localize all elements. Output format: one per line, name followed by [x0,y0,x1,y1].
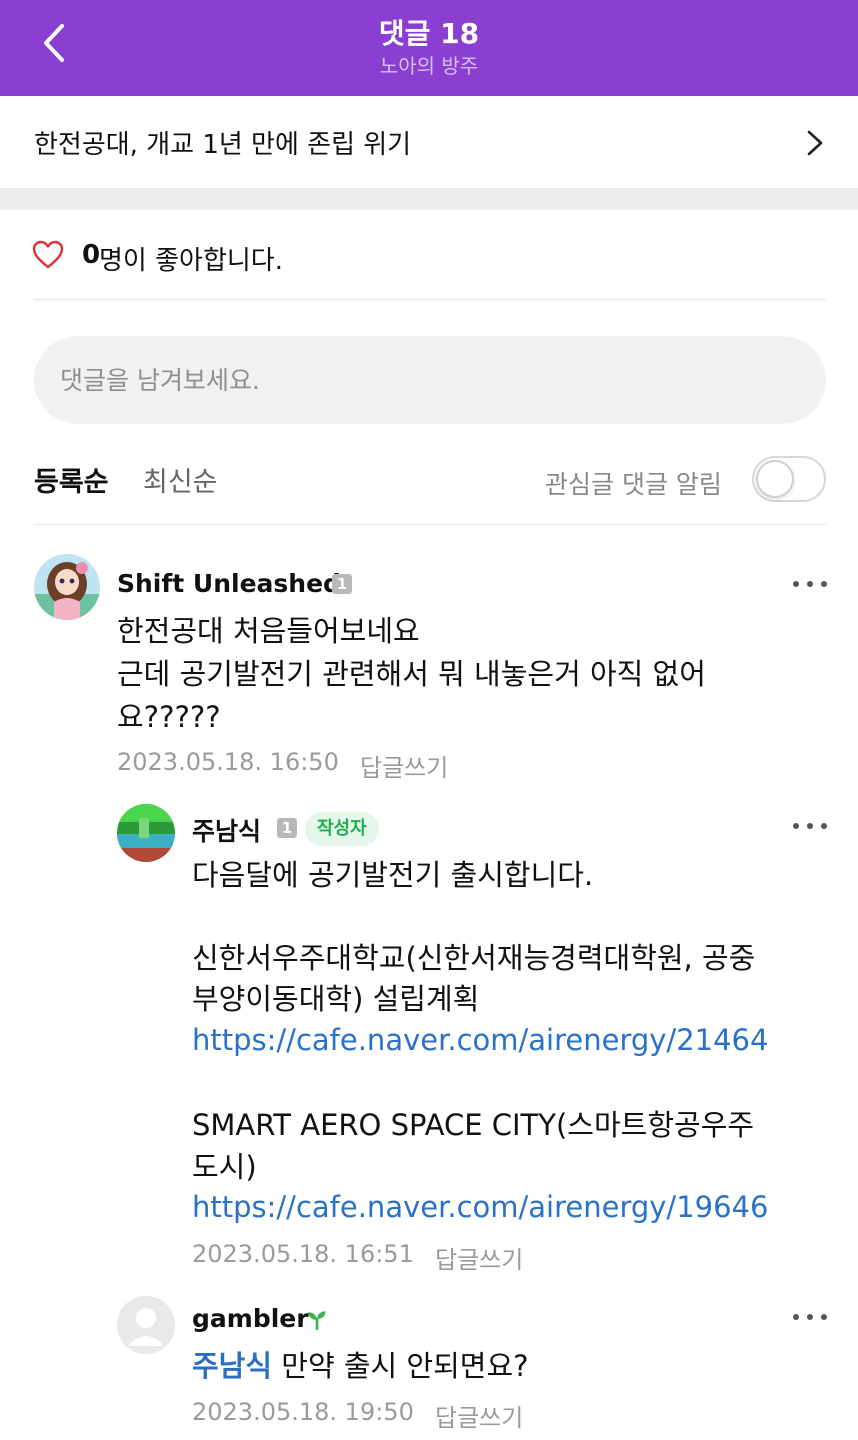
comment-date: 2023.05.18. 19:50 [192,1398,414,1426]
level-badge: 1 [332,574,352,594]
avatar[interactable] [34,554,100,620]
notify-label: 관심글 댓글 알림 [545,470,722,499]
page-title: 댓글 18 [378,17,480,50]
comment-link[interactable]: https://cafe.naver.com/airenergy/19646 [192,1190,768,1224]
sort-latest-tab[interactable]: 최신순 [143,460,218,499]
default-user-icon [117,1296,175,1354]
comment-text-line: 신한서우주대학교(신한서재능경력대학원, 공중 [192,941,756,975]
avatar[interactable] [117,1296,175,1354]
sprout-icon [308,1311,326,1331]
comment-text-line: 근데 공기발전기 관련해서 뭐 내놓은거 아직 없어 [117,657,706,691]
article-link[interactable]: 한전공대, 개교 1년 만에 존립 위기 [0,96,858,188]
like-count: 0 [82,240,101,270]
comment-author[interactable]: 주남식 [192,812,261,848]
chevron-right-icon[interactable] [800,128,830,158]
more-options-icon[interactable] [790,1307,830,1327]
cafe-name: 노아의 방주 [379,54,479,78]
comment-text-line: 다음달에 공기발전기 출시합니다. [192,858,594,892]
article-title: 한전공대, 개교 1년 만에 존립 위기 [34,130,412,160]
comment-text: 주남식 만약 출시 안되면요? [192,1345,529,1387]
reply-button[interactable]: 답글쓰기 [435,1398,523,1433]
comment-text-line: 한전공대 처음들어보네요 [117,614,420,648]
top-bar: 댓글 18 노아의 방주 [0,0,858,96]
comment-text-line: 부양이동대학) 설립계획 [192,982,480,1016]
anime-avatar-image [34,554,100,620]
comment-author[interactable]: gambler [192,1304,309,1333]
level-badge: 1 [277,818,297,838]
comment-input[interactable] [34,336,826,424]
comment-author[interactable]: Shift Unleashed [117,569,341,598]
heart-icon[interactable] [32,240,64,270]
comment-date: 2023.05.18. 16:51 [192,1240,414,1268]
section-separator [0,188,858,210]
more-options-icon[interactable] [790,574,830,594]
reply-button[interactable]: 답글쓰기 [360,748,448,783]
author-badge: 작성자 [305,812,379,846]
divider [34,299,826,300]
notify-toggle[interactable] [752,456,826,502]
comment-text-line: 요????? [117,700,221,734]
more-options-icon[interactable] [790,816,830,836]
toggle-knob [756,460,794,498]
mention-link[interactable]: 주남식 [192,1349,272,1383]
like-label: 명이 좋아합니다. [99,246,283,276]
comment-text-line: 도시) [192,1150,257,1184]
reply-button[interactable]: 답글쓰기 [435,1240,523,1275]
comment-date: 2023.05.18. 16:50 [117,748,339,776]
avatar[interactable] [117,804,175,862]
divider [34,524,826,525]
comment-text-line: SMART AERO SPACE CITY(스마트항공우주 [192,1108,755,1142]
comment-link[interactable]: https://cafe.naver.com/airenergy/21464 [192,1023,768,1057]
game-avatar-image [117,804,175,862]
sort-registered-tab[interactable]: 등록순 [34,460,109,499]
comment-text-content: 만약 출시 안되면요? [281,1349,529,1383]
